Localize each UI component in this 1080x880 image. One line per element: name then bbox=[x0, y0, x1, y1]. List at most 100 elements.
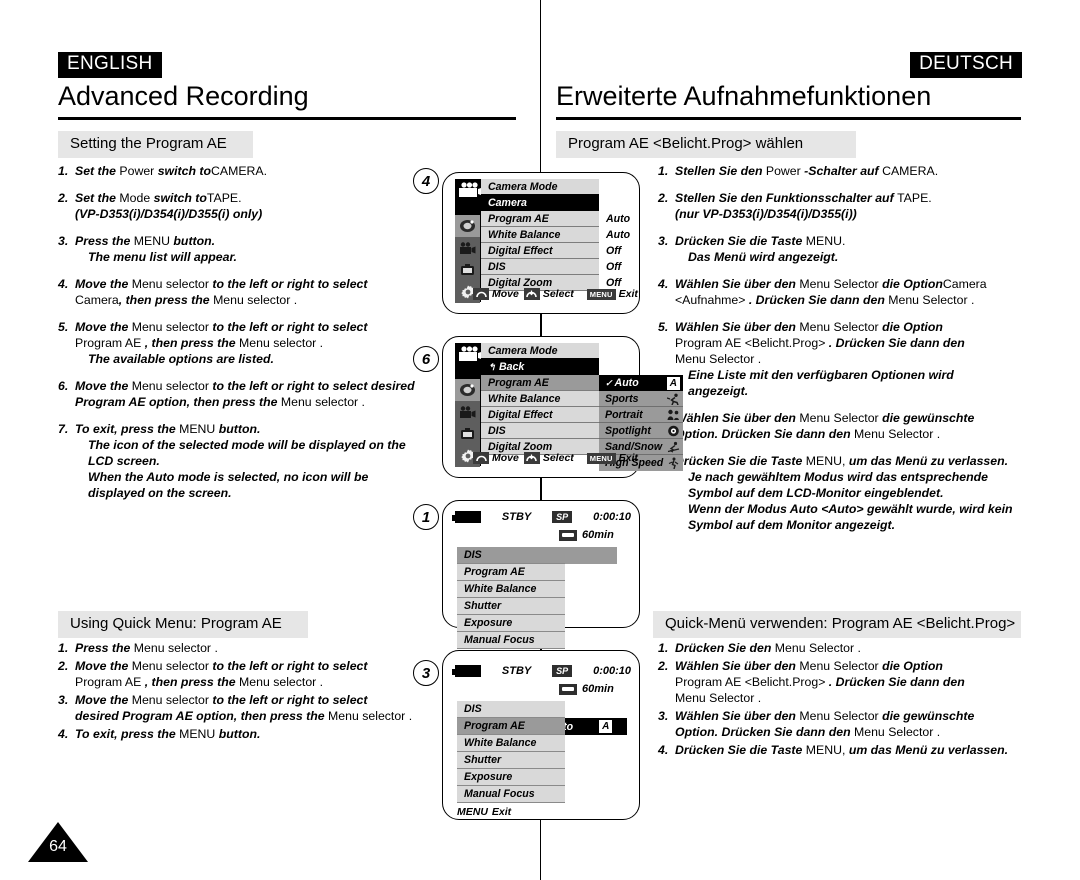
quick-row-shutter[interactable]: Shutter bbox=[457, 598, 565, 615]
quick-row-exposure[interactable]: Exposure bbox=[457, 615, 565, 632]
nav-select[interactable]: Select bbox=[523, 452, 574, 464]
move-dial-icon bbox=[473, 452, 489, 464]
step-text-run: um das Menü zu verlassen. bbox=[848, 453, 1009, 468]
menu-row-back-label: Back bbox=[499, 361, 525, 373]
quick-row-exposure[interactable]: Exposure bbox=[457, 769, 565, 786]
step-text-run: Menu Selector . bbox=[774, 641, 861, 655]
option-portrait[interactable]: Portrait bbox=[599, 407, 683, 423]
instruction-step: 3. Move the Menu selector to the left or … bbox=[58, 693, 438, 725]
step-line: Program AE <Belicht.Prog> . Drücken Sie … bbox=[675, 336, 1030, 352]
step-text-run: Menu Selector bbox=[799, 708, 883, 723]
step-text-run: When the Auto mode is selected, no icon … bbox=[88, 469, 369, 484]
step-line: Drücken Sie die Taste MENU. bbox=[675, 234, 1030, 250]
menu-row-back[interactable]: ↰ Back bbox=[481, 359, 599, 375]
quick-row-shutter[interactable]: Shutter bbox=[457, 752, 565, 769]
step-text-run: Menu selector . bbox=[133, 641, 218, 655]
osd-tape-remaining: 60min bbox=[582, 683, 614, 695]
step-line: Drücken Sie die Taste MENU, um das Menü … bbox=[675, 743, 1030, 759]
step-text-run: Program AE bbox=[75, 674, 145, 689]
step-text-run: angezeigt. bbox=[688, 383, 749, 398]
instruction-list-english: 1. Set the Power switch toCAMERA. 2. Set th… bbox=[58, 164, 428, 513]
nav-move[interactable]: Move bbox=[473, 288, 519, 300]
step-text-run: button. bbox=[218, 421, 261, 436]
step-text-run: Das Menü wird angezeigt. bbox=[688, 249, 839, 264]
menu-row-digital-effect[interactable]: Digital Effect bbox=[481, 243, 599, 259]
menu-tab-column bbox=[455, 198, 481, 303]
step-body: Move the Menu selector to the left or ri… bbox=[75, 659, 438, 691]
instruction-step: 1. Set the Power switch toCAMERA. bbox=[58, 164, 428, 180]
menu-row-dis[interactable]: DIS bbox=[481, 423, 599, 439]
step-line: Move the Menu selector to the left or ri… bbox=[75, 659, 438, 675]
osd-timecode: 0:00:10 bbox=[593, 511, 631, 523]
quick-instruction-list-english: 1. Press the Menu selector . 2. Move the Me… bbox=[58, 641, 438, 745]
menu-row-camera[interactable]: Camera bbox=[481, 195, 599, 211]
sand-snow-icon bbox=[667, 441, 680, 453]
quick-row-dis[interactable]: DIS bbox=[457, 547, 565, 564]
quick-exit-row[interactable]: MENU Exit bbox=[457, 806, 511, 818]
menu-navbar: Move Select MENU Exit bbox=[473, 288, 638, 300]
record-quality-badge: SP bbox=[552, 665, 573, 677]
quick-row-manual-focus[interactable]: Manual Focus bbox=[457, 786, 565, 803]
step-text-run: Menu selector . bbox=[280, 394, 365, 409]
menu-row-white-balance[interactable]: White Balance bbox=[481, 391, 599, 407]
step-text-run: Menu Selector . bbox=[888, 292, 975, 307]
step-subline: The icon of the selected mode will be di… bbox=[75, 438, 428, 454]
step-number: 3. bbox=[58, 692, 69, 707]
menu-row-white-balance[interactable]: White Balance bbox=[481, 227, 599, 243]
quick-row-program-ae[interactable]: Program AE bbox=[457, 718, 565, 735]
menu-key-badge: MENU bbox=[457, 806, 488, 818]
menu-navbar: Move Select MENU Exit bbox=[473, 452, 638, 464]
step-text-run: Drücken Sie die Taste bbox=[675, 453, 806, 468]
connector-1 bbox=[540, 314, 542, 336]
move-dial-icon bbox=[473, 288, 489, 300]
quick-row-dis[interactable]: DIS bbox=[457, 701, 565, 718]
camcorder-tab-icon[interactable] bbox=[455, 401, 480, 423]
quick-row-manual-focus[interactable]: Manual Focus bbox=[457, 632, 565, 649]
camcorder-tab-icon[interactable] bbox=[455, 237, 480, 259]
lcd-screen-quick-menu-program-ae: STBY SP 0:00:10 60min Auto A DIS Program… bbox=[442, 650, 640, 820]
step-text-run: Power bbox=[765, 164, 805, 178]
step-text-run: Wählen Sie über den bbox=[675, 658, 800, 673]
menu-row-program-ae[interactable]: Program AE bbox=[481, 211, 599, 227]
quick-row-white-balance[interactable]: White Balance bbox=[457, 735, 565, 752]
step-text-run: MENU bbox=[179, 421, 219, 436]
monitor-icon[interactable] bbox=[455, 423, 480, 445]
step-body: Move the Menu selector to the left or ri… bbox=[75, 693, 438, 725]
monitor-icon[interactable] bbox=[455, 259, 480, 281]
lens-icon[interactable] bbox=[455, 379, 480, 401]
instruction-list-german: 1. Stellen Sie den Power -Schalter auf CA… bbox=[658, 164, 1030, 545]
nav-exit[interactable]: MENU Exit bbox=[586, 452, 638, 464]
step-text-run: <Aufnahme> bbox=[675, 292, 749, 307]
option-sports[interactable]: Sports bbox=[599, 391, 683, 407]
menu-column: Camera Mode Camera Program AE White Bala… bbox=[481, 179, 599, 291]
step-text-run: . Drücken Sie dann den bbox=[748, 292, 889, 307]
section-header-setting-program-ae: Setting the Program AE bbox=[58, 131, 253, 158]
nav-select[interactable]: Select bbox=[523, 288, 574, 300]
menu-row-program-ae[interactable]: Program AE bbox=[481, 375, 599, 391]
step-text-run: (VP-D353(i)/D354(i)/D355(i) only) bbox=[75, 206, 263, 221]
menu-row-digital-effect[interactable]: Digital Effect bbox=[481, 407, 599, 423]
step-text-run: LCD screen. bbox=[88, 453, 160, 468]
option-auto[interactable]: ✓ Auto A bbox=[599, 375, 683, 391]
nav-exit-label: Exit bbox=[618, 288, 638, 300]
menu-tab-column bbox=[455, 362, 481, 467]
page-number: 64 bbox=[49, 838, 67, 855]
osd-timecode: 0:00:10 bbox=[593, 665, 631, 677]
step-number: 3. bbox=[658, 233, 669, 248]
nav-exit[interactable]: MENU Exit bbox=[586, 288, 638, 300]
step-text-run: Menu selector . bbox=[239, 674, 324, 689]
menu-row-dis[interactable]: DIS bbox=[481, 259, 599, 275]
quick-row-white-balance[interactable]: White Balance bbox=[457, 581, 565, 598]
lens-icon[interactable] bbox=[455, 215, 480, 237]
step-number: 2. bbox=[658, 658, 669, 673]
step-line: Program AE , then press the Menu selecto… bbox=[75, 336, 428, 352]
osd-status-row: STBY SP 0:00:10 bbox=[452, 511, 631, 523]
quick-menu-column: DIS Program AE White Balance Shutter Exp… bbox=[457, 547, 565, 649]
check-icon: ✓ bbox=[605, 377, 613, 388]
step-text-run: Option. Drücken Sie dann den bbox=[675, 724, 855, 739]
step-text-run: button. bbox=[218, 726, 261, 741]
quick-row-program-ae[interactable]: Program AE bbox=[457, 564, 565, 581]
step-line: Stellen Sie den Power -Schalter auf CAME… bbox=[675, 164, 1030, 180]
nav-move[interactable]: Move bbox=[473, 452, 519, 464]
option-spotlight[interactable]: Spotlight bbox=[599, 423, 683, 439]
